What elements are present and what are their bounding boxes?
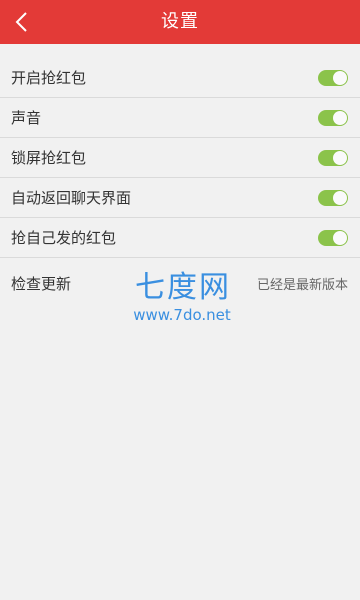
setting-row-sound: 声音 [0,98,360,138]
update-status-text: 已经是最新版本 [256,278,348,293]
setting-row-grab-own: 抢自己发的红包 [0,218,360,258]
auto-grab-toggle[interactable] [318,69,348,86]
sound-toggle[interactable] [318,109,348,126]
grab-own-toggle[interactable] [318,229,348,246]
check-update-row[interactable]: 检查更新 已经是最新版本 [0,258,360,315]
toggle-knob [333,150,347,165]
toggle-knob [333,70,347,85]
lockscreen-grab-toggle[interactable] [318,149,348,166]
setting-row-auto-grab: 开启抢红包 [0,58,360,98]
toggle-knob [333,190,347,205]
setting-label: 自动返回聊天界面 [11,189,132,207]
setting-row-auto-return: 自动返回聊天界面 [0,178,360,218]
check-update-label: 检查更新 [11,275,72,293]
setting-label: 开启抢红包 [11,69,87,87]
app-header: 设置 [0,0,360,44]
toggle-knob [333,110,347,125]
setting-label: 抢自己发的红包 [11,229,117,247]
setting-label: 锁屏抢红包 [11,149,87,167]
settings-list: 开启抢红包 声音 锁屏抢红包 自动返回聊天界面 抢自己发的红包 检查更新 已经是… [0,58,360,315]
auto-return-toggle[interactable] [318,189,348,206]
page-title: 设置 [161,11,199,32]
setting-row-lockscreen: 锁屏抢红包 [0,138,360,178]
setting-label: 声音 [11,109,42,127]
toggle-knob [333,230,347,245]
